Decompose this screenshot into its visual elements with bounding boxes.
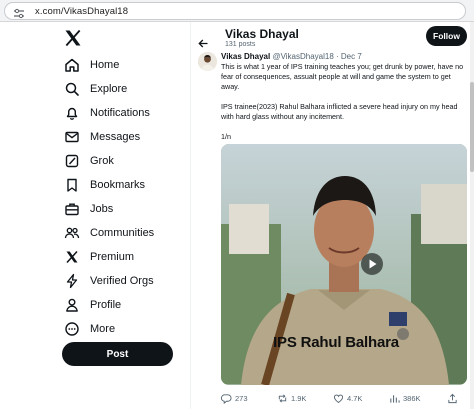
tweet-text: This is what 1 year of IPS training teac… <box>221 62 467 152</box>
views-button[interactable]: 386K <box>389 391 421 405</box>
mail-icon <box>64 129 80 145</box>
browser-address-bar: x.com/VikasDhayal18 <box>0 0 474 22</box>
repost-count: 1.9K <box>291 393 307 403</box>
sidebar-item-notifications[interactable]: Notifications <box>64 102 184 124</box>
sidebar-item-label: Grok <box>90 155 114 167</box>
sidebar-item-label: Bookmarks <box>90 179 146 191</box>
tweet-actions: 273 1.9K 4.7K 386K <box>221 391 467 405</box>
sidebar-item-verified-orgs[interactable]: Verified Orgs <box>64 270 184 292</box>
views-count: 386K <box>403 393 421 403</box>
tweet-paragraph: This is what 1 year of IPS training teac… <box>221 62 464 91</box>
tweet-paragraph: IPS trainee(2023) Rahul Balhara inflicte… <box>221 102 458 121</box>
main-column: Vikas Dhayal 131 posts Follow Vikas Dhay… <box>190 22 472 409</box>
follow-button[interactable]: Follow <box>426 26 467 46</box>
views-chart-icon <box>389 393 400 404</box>
repost-icon <box>277 393 288 404</box>
search-icon <box>64 81 80 97</box>
like-button[interactable]: 4.7K <box>333 391 362 405</box>
reply-button[interactable]: 273 <box>221 391 248 405</box>
post-button[interactable]: Post <box>62 342 173 366</box>
reply-count: 273 <box>235 393 248 403</box>
x-logo-icon[interactable] <box>63 28 85 50</box>
sidebar-item-label: Messages <box>90 131 141 143</box>
post-count: 131 posts <box>225 41 256 48</box>
avatar[interactable] <box>198 52 217 71</box>
sidebar-item-label: Verified Orgs <box>90 275 154 287</box>
sidebar-item-more[interactable]: More <box>64 318 184 340</box>
lightning-icon <box>64 273 80 289</box>
more-circle-icon <box>64 321 80 337</box>
sidebar-item-label: Notifications <box>90 107 150 119</box>
sidebar-nav: Home Explore Notifications Messages Grok… <box>0 22 190 409</box>
back-arrow-icon[interactable] <box>198 35 208 48</box>
url-field[interactable]: x.com/VikasDhayal18 <box>4 2 466 20</box>
tweet-paragraph: 1/n <box>221 132 231 141</box>
sidebar-item-label: More <box>90 323 116 335</box>
sidebar-item-grok[interactable]: Grok <box>64 150 184 172</box>
sidebar-item-home[interactable]: Home <box>64 54 184 76</box>
tweet-author-name[interactable]: Vikas Dhayal <box>221 52 270 61</box>
x-logo-icon <box>64 249 80 265</box>
bookmark-icon <box>64 177 80 193</box>
tweet-author: Vikas Dhayal @VikasDhayal18 · Dec 7 <box>221 52 362 61</box>
sidebar-item-profile[interactable]: Profile <box>64 294 184 316</box>
sidebar-item-messages[interactable]: Messages <box>64 126 184 148</box>
sidebar-item-label: Communities <box>90 227 155 239</box>
user-icon <box>64 297 80 313</box>
briefcase-icon <box>64 201 80 217</box>
url-text: x.com/VikasDhayal18 <box>35 6 129 17</box>
sidebar-item-label: Premium <box>90 251 135 263</box>
tweet-handle-date: @VikasDhayal18 · Dec 7 <box>272 52 362 61</box>
reply-icon <box>221 393 232 404</box>
heart-icon <box>333 393 344 404</box>
tweet-video[interactable]: IPS Rahul Balhara <box>221 144 467 385</box>
play-icon[interactable] <box>361 253 383 275</box>
share-icon <box>447 393 458 404</box>
sidebar-item-label: Explore <box>90 83 128 95</box>
people-icon <box>64 225 80 241</box>
sidebar-item-label: Jobs <box>90 203 114 215</box>
bell-icon <box>64 105 80 121</box>
sidebar-item-communities[interactable]: Communities <box>64 222 184 244</box>
profile-name: Vikas Dhayal <box>225 27 299 41</box>
sidebar-item-jobs[interactable]: Jobs <box>64 198 184 220</box>
video-overlay-text: IPS Rahul Balhara <box>273 334 399 351</box>
share-button[interactable] <box>447 391 458 405</box>
like-count: 4.7K <box>347 393 363 403</box>
sidebar-item-label: Profile <box>90 299 122 311</box>
grok-icon <box>64 153 80 169</box>
site-info-icon[interactable] <box>13 6 25 19</box>
sidebar-item-explore[interactable]: Explore <box>64 78 184 100</box>
sidebar-item-label: Home <box>90 59 120 71</box>
scrollbar[interactable] <box>470 22 474 409</box>
sidebar-item-bookmarks[interactable]: Bookmarks <box>64 174 184 196</box>
scrollbar-thumb[interactable] <box>470 82 474 172</box>
repost-button[interactable]: 1.9K <box>277 391 306 405</box>
sidebar-item-premium[interactable]: Premium <box>64 246 184 268</box>
home-icon <box>64 57 80 73</box>
